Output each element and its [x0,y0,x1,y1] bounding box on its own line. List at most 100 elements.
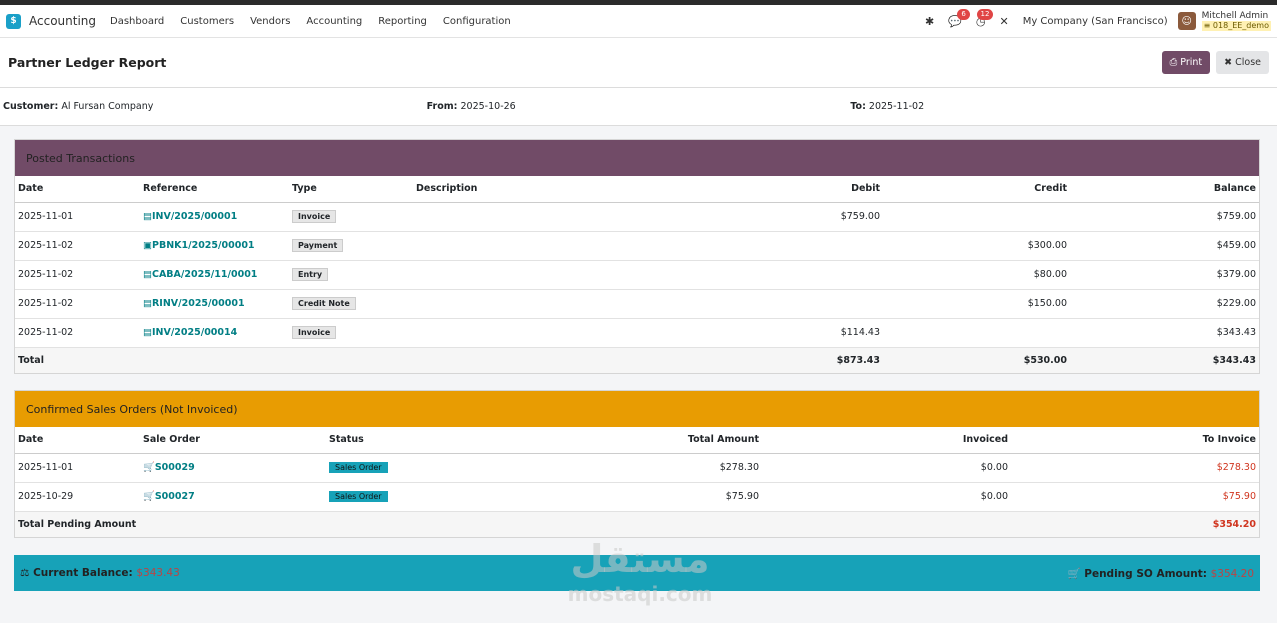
menu-accounting[interactable]: Accounting [306,16,362,27]
posted-transactions-table: Date Reference Type Description Debit Cr… [15,176,1259,373]
row-date: 2025-11-02 [15,318,140,348]
to-value: 2025-11-02 [868,101,925,112]
pending-so-value: $354.20 [1210,567,1254,580]
row-type: Payment [289,231,413,261]
total-debit: $873.43 [633,347,883,373]
accounting-app-icon[interactable]: $ [6,13,21,29]
avatar[interactable]: ☺ [1177,12,1196,30]
row-reference[interactable]: ▣PBNK1/2025/00001 [140,231,289,261]
reference-link[interactable]: CABA/2025/11/0001 [152,269,257,280]
row-invoiced: $0.00 [762,453,1011,483]
table-row: 2025-11-02 ▣PBNK1/2025/00001 Payment $30… [15,231,1259,261]
total-pending-label: Total Pending Amount [15,511,1011,537]
menu-dashboard[interactable]: Dashboard [110,16,164,27]
row-reference[interactable]: ▤CABA/2025/11/0001 [140,260,289,290]
row-status: Sales Order [326,453,446,483]
cart-icon: 🛒 [143,491,155,502]
from-filter: From: 2025-10-26 [427,101,851,112]
table-header-row: Date Reference Type Description Debit Cr… [15,176,1259,203]
col-reference: Reference [140,176,289,203]
sales-orders-header: Confirmed Sales Orders (Not Invoiced) [15,391,1259,427]
table-header-row: Date Sale Order Status Total Amount Invo… [15,427,1259,454]
row-to-invoice: $278.30 [1011,453,1259,483]
row-sale-order[interactable]: 🛒S00027 [140,482,326,512]
summary-bar: ⚖ Current Balance: $343.43 🛒 Pending SO … [14,555,1260,591]
row-sale-order[interactable]: 🛒S00029 [140,453,326,483]
total-label: Total [15,347,633,373]
menu-vendors[interactable]: Vendors [250,16,290,27]
row-credit: $150.00 [883,289,1070,319]
database-name: 018_EE_demo [1212,21,1269,30]
printer-icon: ⎙ [1169,57,1178,68]
menu-customers[interactable]: Customers [180,16,234,27]
menu-reporting[interactable]: Reporting [378,16,427,27]
database-badge: ≡ 018_EE_demo [1201,21,1271,31]
user-name: Mitchell Admin [1201,11,1269,21]
row-reference[interactable]: ▤INV/2025/00001 [140,202,289,232]
page-title: Partner Ledger Report [8,55,167,70]
row-date: 2025-11-01 [15,202,140,232]
row-description [413,289,633,319]
reference-link[interactable]: INV/2025/00001 [152,211,237,222]
row-date: 2025-11-02 [15,260,140,290]
bug-icon[interactable]: ✱ [925,15,934,28]
user-menu[interactable]: Mitchell Admin ≡ 018_EE_demo [1201,11,1271,31]
row-description [413,260,633,290]
row-to-invoice: $75.90 [1011,482,1259,512]
pending-so-label: Pending SO Amount: [1084,567,1207,580]
col-balance: Balance [1070,176,1259,203]
type-tag: Invoice [292,326,337,339]
row-credit: $300.00 [883,231,1070,261]
messages-badge: 6 [957,8,970,20]
customer-label: Customer: [3,101,59,112]
row-debit [633,260,883,290]
row-reference[interactable]: ▤RINV/2025/00001 [140,289,289,319]
reference-link[interactable]: PBNK1/2025/00001 [152,240,255,251]
row-debit: $759.00 [633,202,883,232]
customer-filter: Customer: Al Fursan Company [3,101,427,112]
print-label: Print [1180,57,1203,68]
menu-configuration[interactable]: Configuration [443,16,511,27]
type-tag: Invoice [292,210,337,223]
status-badge: Sales Order [329,462,388,473]
row-status: Sales Order [326,482,446,512]
document-icon: ▤ [143,211,152,222]
current-balance-value: $343.43 [136,567,180,579]
table-row: 2025-11-02 ▤INV/2025/00014 Invoice $114.… [15,318,1259,348]
table-row: 2025-11-02 ▤CABA/2025/11/0001 Entry $80.… [15,260,1259,290]
messages-icon[interactable]: 💬 6 [948,8,970,28]
reference-link[interactable]: INV/2025/00014 [152,327,237,338]
row-invoiced: $0.00 [762,482,1011,512]
reference-link[interactable]: RINV/2025/00001 [152,298,245,309]
to-label: To: [850,101,866,112]
type-tag: Credit Note [292,297,356,310]
print-button[interactable]: ⎙ Print [1161,51,1211,74]
close-button[interactable]: ✖ Close [1216,51,1269,74]
total-pending-value: $354.20 [1011,511,1259,537]
filters-row: Customer: Al Fursan Company From: 2025-1… [0,88,1277,126]
activities-icon[interactable]: ◷ 12 [976,8,994,28]
to-filter: To: 2025-11-02 [850,101,1274,112]
row-date: 2025-11-02 [15,231,140,261]
company-switcher[interactable]: My Company (San Francisco) [1023,16,1168,27]
document-icon: ▤ [143,327,152,338]
row-type: Invoice [289,202,413,232]
customer-value: Al Fursan Company [61,101,154,112]
app-name[interactable]: Accounting [29,14,96,28]
navbar: $ Accounting Dashboard Customers Vendors… [0,5,1277,38]
tools-icon[interactable]: ✕ [999,15,1008,28]
row-debit [633,231,883,261]
from-value: 2025-10-26 [460,101,516,112]
posted-transactions-header: Posted Transactions [15,140,1259,176]
sale-order-link[interactable]: S00029 [155,462,195,473]
total-balance: $343.43 [1070,347,1259,373]
control-panel: Partner Ledger Report ⎙ Print ✖ Close [0,38,1277,88]
col-sale-order: Sale Order [140,427,326,454]
row-total-amount: $75.90 [446,482,762,512]
row-total-amount: $278.30 [446,453,762,483]
row-description [413,318,633,348]
row-reference[interactable]: ▤INV/2025/00014 [140,318,289,348]
row-balance: $379.00 [1070,260,1259,290]
sale-order-link[interactable]: S00027 [155,491,195,502]
col-date: Date [15,427,140,454]
